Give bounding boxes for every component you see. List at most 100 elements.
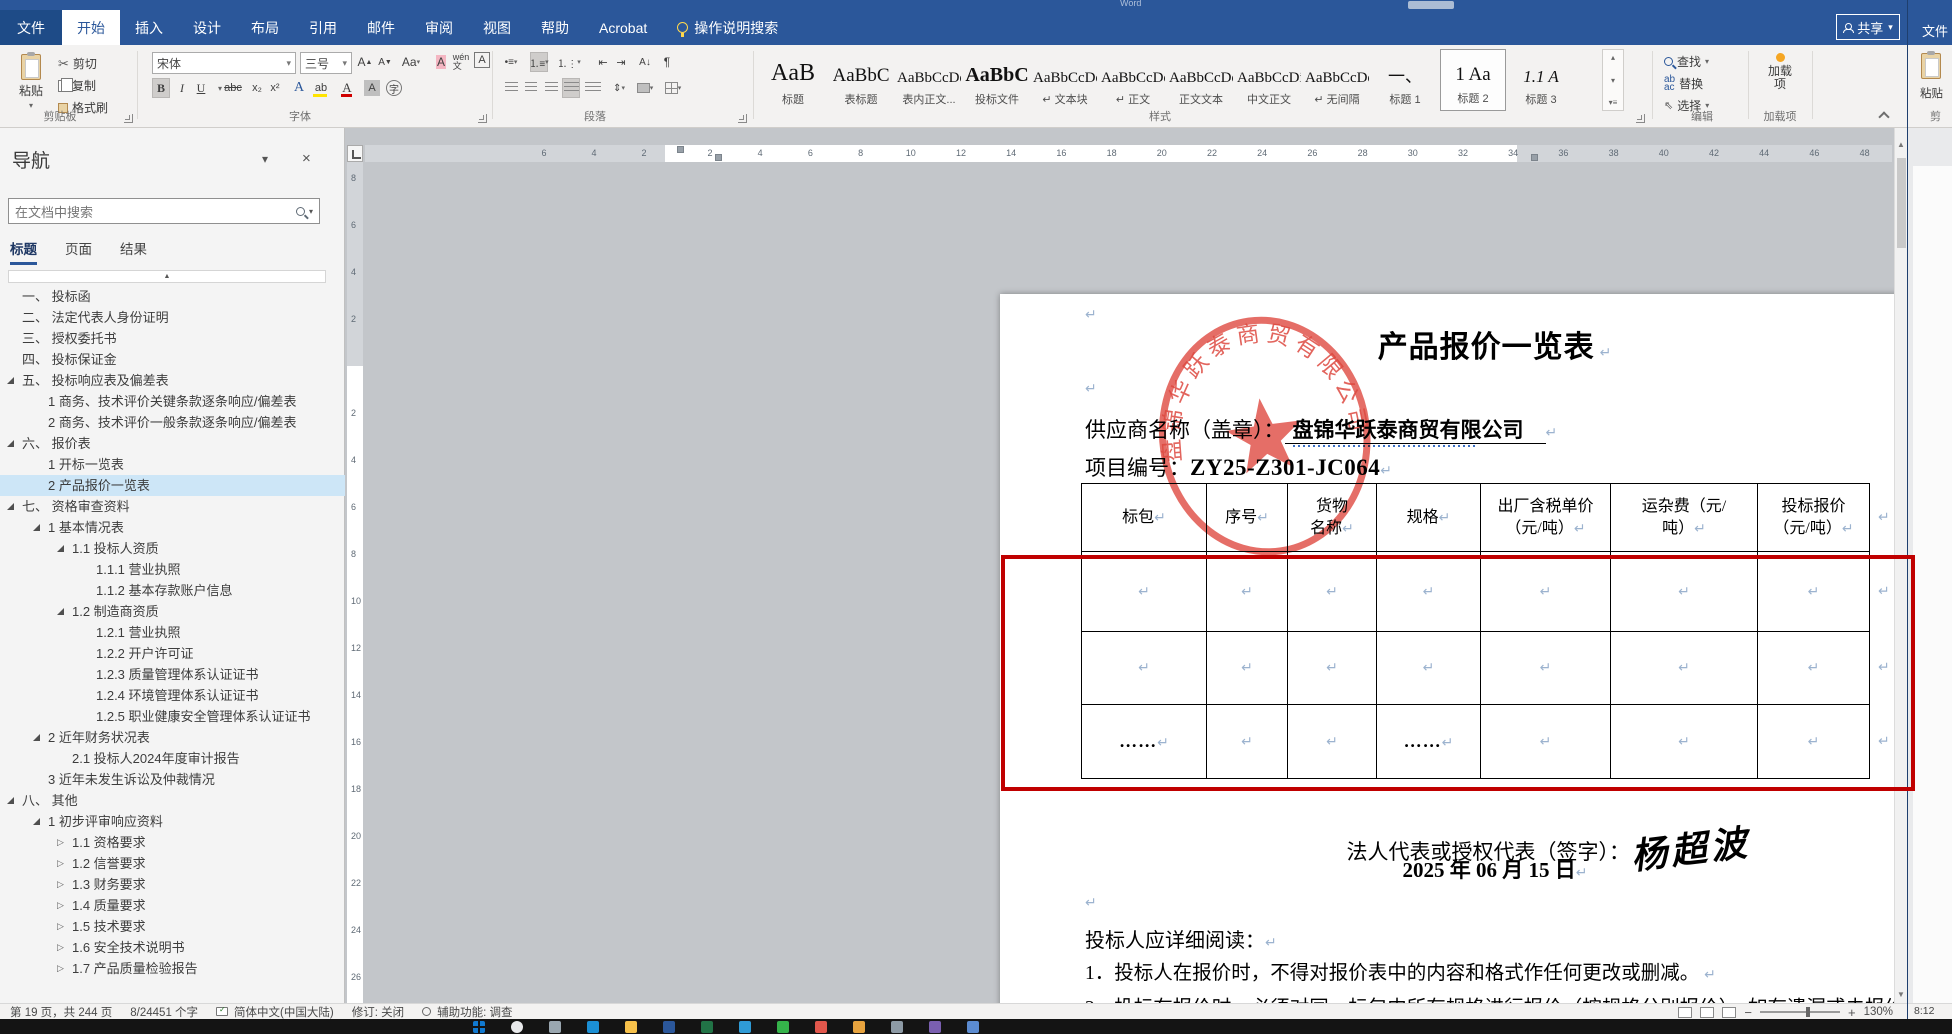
first-line-indent-marker[interactable] bbox=[677, 146, 684, 153]
nav-item[interactable]: 1.2.1 营业执照 bbox=[0, 622, 345, 643]
grow-font-button[interactable]: A ▲ bbox=[356, 52, 374, 72]
distribute-button[interactable] bbox=[584, 78, 602, 98]
task-view-icon[interactable] bbox=[549, 1020, 561, 1033]
nav-item[interactable]: ▷ 1.4 质量要求 bbox=[0, 895, 345, 916]
nav-item[interactable]: 1 商务、技术评价关键条款逐条响应/偏差表 bbox=[0, 391, 345, 412]
tool-icon[interactable] bbox=[967, 1020, 979, 1033]
browser-icon[interactable] bbox=[815, 1020, 827, 1033]
style-item[interactable]: AaBbCcDi 中文正文 bbox=[1236, 49, 1302, 111]
tell-me-search[interactable]: 操作说明搜索 bbox=[662, 10, 793, 45]
bullets-button[interactable]: •≡ ▾ bbox=[502, 52, 520, 72]
nav-item[interactable]: 1.2.2 开户许可证 bbox=[0, 643, 345, 664]
style-item[interactable]: 1.1 A 标题 3 bbox=[1508, 49, 1574, 111]
collapse-arrow-icon[interactable] bbox=[57, 545, 64, 552]
style-item[interactable]: AaBbCcDdI ↵ 正文 bbox=[1100, 49, 1166, 111]
nav-item[interactable]: 1.1 投标人资质 bbox=[0, 538, 345, 559]
collapse-arrow-icon[interactable] bbox=[33, 734, 40, 741]
expand-arrow-icon[interactable]: ▷ bbox=[57, 958, 64, 979]
shrink-font-button[interactable]: A ▼ bbox=[376, 52, 394, 72]
ribbon-tab-9[interactable]: 视图 bbox=[468, 10, 526, 45]
ribbon-tab-3[interactable]: 插入 bbox=[120, 10, 178, 45]
collapse-ribbon-button[interactable] bbox=[1878, 111, 1890, 123]
language-status[interactable]: 简体中文(中国大陆) bbox=[234, 1004, 334, 1020]
increase-indent-button[interactable]: ⇥ bbox=[612, 52, 630, 72]
media-icon[interactable] bbox=[929, 1020, 941, 1033]
strikethrough-button[interactable]: abc bbox=[224, 78, 242, 98]
nav-item[interactable]: ▷ 1.6 安全技术说明书 bbox=[0, 937, 345, 958]
scroll-up-icon[interactable]: ▲ bbox=[1897, 140, 1905, 149]
nav-item[interactable]: ▷ 1.5 技术要求 bbox=[0, 916, 345, 937]
ribbon-tab-4[interactable]: 设计 bbox=[178, 10, 236, 45]
subscript-button[interactable]: x₂ bbox=[248, 78, 266, 98]
font-name-combobox[interactable]: 宋体 ▾ bbox=[152, 52, 296, 74]
zoom-slider-thumb[interactable] bbox=[1805, 1007, 1810, 1017]
nav-item[interactable]: ▷ 1.2 信誉要求 bbox=[0, 853, 345, 874]
nav-item[interactable]: 五、 投标响应表及偏差表 bbox=[0, 370, 345, 391]
share-button[interactable]: 共享 ▾ bbox=[1836, 14, 1900, 40]
nav-item[interactable]: 2 近年财务状况表 bbox=[0, 727, 345, 748]
search-icon[interactable] bbox=[511, 1020, 523, 1033]
style-item[interactable]: AaBbC 表标题 bbox=[828, 49, 894, 111]
expand-arrow-icon[interactable]: ▷ bbox=[57, 874, 64, 895]
nav-tab-results[interactable]: 结果 bbox=[120, 238, 147, 265]
nav-item[interactable]: 2 商务、技术评价一般条款逐条响应/偏差表 bbox=[0, 412, 345, 433]
add-ins-button[interactable]: 加载项 bbox=[1762, 53, 1798, 105]
web-layout-view-icon[interactable] bbox=[1722, 1006, 1737, 1018]
expand-arrow-icon[interactable]: ▷ bbox=[57, 916, 64, 937]
style-item[interactable]: AaBbCcDdI ↵ 无间隔 bbox=[1304, 49, 1370, 111]
edge-icon[interactable] bbox=[587, 1020, 599, 1033]
nav-tab-headings[interactable]: 标题 bbox=[10, 238, 37, 265]
character-shading-button[interactable]: A bbox=[364, 80, 380, 96]
style-item[interactable]: AaBbCcDdI 表内正文... bbox=[896, 49, 962, 111]
nav-item[interactable]: 2 产品报价一览表 bbox=[0, 475, 345, 496]
second-window-paste-label[interactable]: 粘贴 bbox=[1920, 85, 1943, 101]
table-header-cell[interactable]: 出厂含税单价 （元/吨）↵ bbox=[1480, 483, 1611, 552]
nav-item[interactable]: 七、 资格审查资料 bbox=[0, 496, 345, 517]
style-item[interactable]: 1 Aa 标题 2 bbox=[1440, 49, 1506, 111]
ribbon-tab-1[interactable]: 文件 bbox=[0, 10, 62, 45]
text-effects-button[interactable]: A bbox=[290, 78, 308, 98]
scrollbar-thumb[interactable] bbox=[1897, 158, 1906, 248]
note-line[interactable]: 1．投标人在报价时，不得对报价表中的内容和格式作任何更改或删减。 ↵ bbox=[1085, 956, 1945, 991]
style-item[interactable]: AaB 标题 bbox=[760, 49, 826, 111]
paste-button[interactable]: 粘贴 ▾ bbox=[8, 50, 54, 114]
ribbon-tab-6[interactable]: 引用 bbox=[294, 10, 352, 45]
style-item[interactable]: AaBbC 投标文件 bbox=[964, 49, 1030, 111]
character-border-button[interactable]: A bbox=[474, 52, 490, 68]
page-count[interactable]: 第 19 页，共 244 页 bbox=[10, 1004, 112, 1020]
vertical-ruler[interactable]: 8 6 4 2 2 4 6 8 10 12 14 16 18 20 22 24 26 bbox=[347, 162, 363, 1003]
align-center-button[interactable] bbox=[522, 78, 540, 98]
nav-item[interactable]: 1 初步评审响应资料 bbox=[0, 811, 345, 832]
date-line[interactable]: 2025 年 06 月 15 日↵ bbox=[1000, 854, 1952, 884]
table-header-cell[interactable]: 运杂费（元/吨）↵ bbox=[1610, 483, 1758, 552]
right-indent-marker[interactable] bbox=[1531, 154, 1538, 161]
nav-item[interactable]: 1 开标一览表 bbox=[0, 454, 345, 475]
decrease-indent-button[interactable]: ⇤ bbox=[594, 52, 612, 72]
style-gallery-scroll[interactable]: ▴ ▾ ▾≡ bbox=[1602, 49, 1624, 111]
nav-search-input[interactable]: 在文档中搜索 ▾ bbox=[8, 198, 320, 224]
replace-button[interactable]: ab ac 替换 bbox=[1664, 73, 1703, 94]
shading-button[interactable]: ▾ bbox=[636, 78, 654, 98]
sort-button[interactable]: A↓ bbox=[636, 52, 654, 72]
collapse-arrow-icon[interactable] bbox=[7, 503, 14, 510]
nav-item[interactable]: 1.2 制造商资质 bbox=[0, 601, 345, 622]
nav-item[interactable]: ▷ 1.1 资格要求 bbox=[0, 832, 345, 853]
underline-button[interactable]: U bbox=[192, 78, 210, 98]
numbering-button[interactable]: ⒈≡ ▾ bbox=[529, 52, 549, 72]
nav-item[interactable]: 1.1.2 基本存款账户信息 bbox=[0, 580, 345, 601]
styles-dialog-launcher[interactable] bbox=[1636, 114, 1645, 123]
style-item[interactable]: 一、 标题 1 bbox=[1372, 49, 1438, 111]
nav-item[interactable]: 2.1 投标人2024年度审计报告 bbox=[0, 748, 345, 769]
expand-arrow-icon[interactable]: ▷ bbox=[57, 832, 64, 853]
second-window-file-tab[interactable]: 文件 bbox=[1922, 21, 1948, 40]
change-case-button[interactable]: Aa ▾ bbox=[398, 52, 424, 72]
copy-button[interactable]: 复制 bbox=[58, 75, 96, 96]
align-right-button[interactable] bbox=[542, 78, 560, 98]
excel-icon[interactable] bbox=[701, 1020, 713, 1033]
borders-button[interactable]: ▾ bbox=[664, 78, 682, 98]
style-item[interactable]: AaBbCcDdI ↵ 文本块 bbox=[1032, 49, 1098, 111]
folder-icon[interactable] bbox=[625, 1020, 637, 1033]
nav-item[interactable]: 1.1.1 营业执照 bbox=[0, 559, 345, 580]
nav-options-chevron-icon[interactable]: ▾ bbox=[262, 152, 268, 166]
bold-button[interactable]: B bbox=[152, 78, 170, 98]
